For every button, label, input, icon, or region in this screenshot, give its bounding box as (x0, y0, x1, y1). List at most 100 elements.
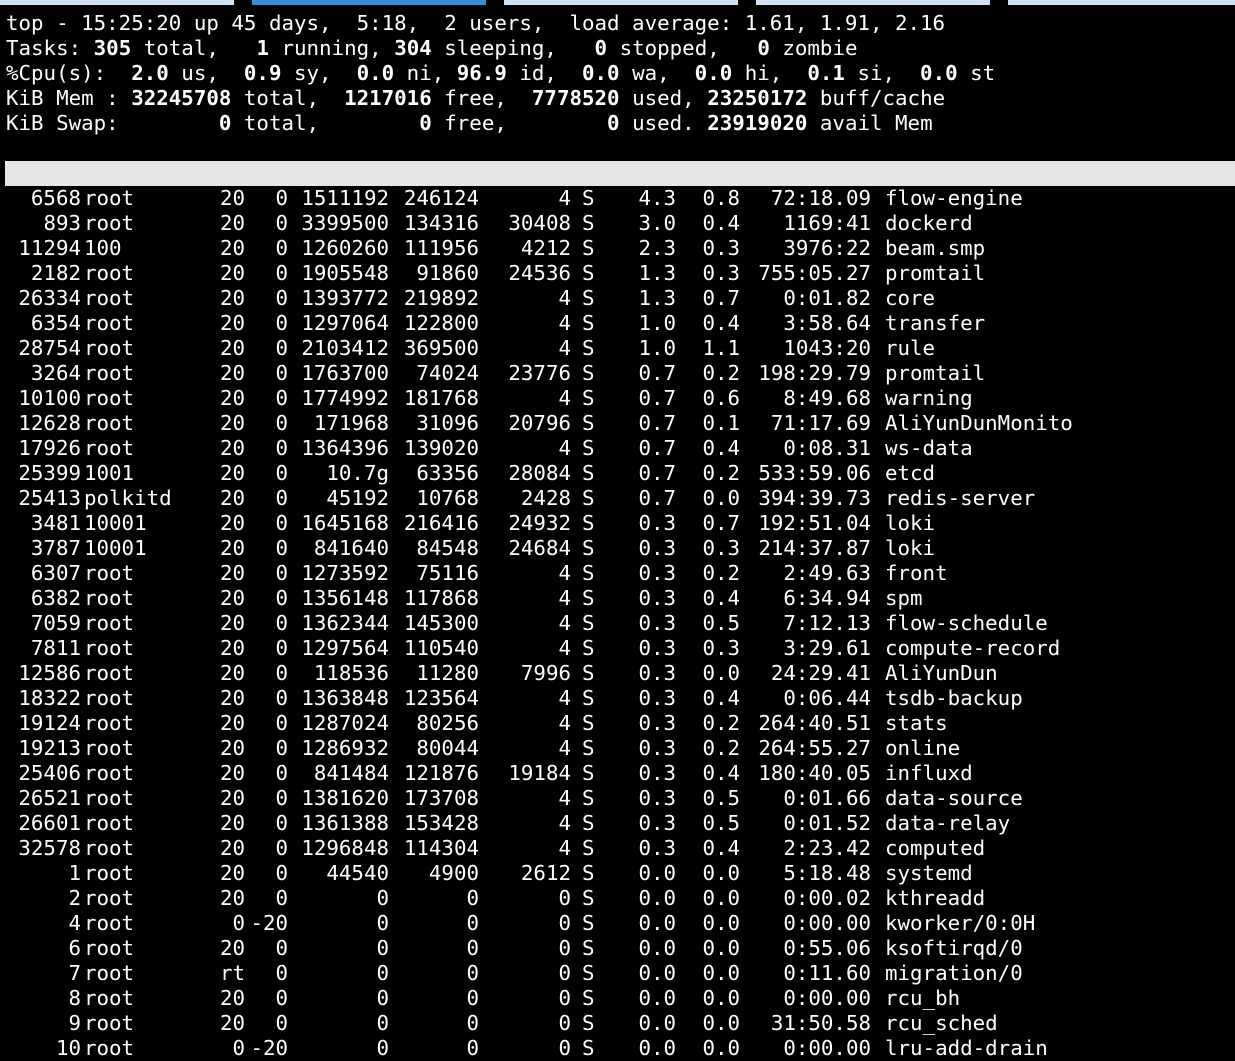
tab-indicator-2-active[interactable] (252, 0, 486, 5)
cell-state: S (582, 1036, 595, 1060)
cell-state: S (582, 361, 595, 385)
cell-state: S (582, 911, 595, 935)
cell-state: S (582, 586, 595, 610)
cell-cpu-percent: 0.7 (638, 386, 676, 410)
cell-nice: 0 (275, 486, 288, 510)
tasks-line: Tasks: 305 total, 1 running, 304 sleepin… (6, 36, 1235, 61)
cell-command: flow-engine (885, 186, 1023, 210)
cell-command: loki (885, 536, 936, 560)
cpu-id-label: id, (506, 61, 582, 85)
cell-state: S (582, 786, 595, 810)
cell-virt: 171968 (313, 411, 389, 435)
cell-priority: 20 (219, 361, 245, 385)
cell-cpu-percent: 0.7 (638, 461, 676, 485)
cell-res: 80256 (416, 711, 479, 735)
cell-virt: 0 (376, 986, 389, 1010)
cell-virt: 1297064 (301, 311, 389, 335)
cell-virt: 0 (376, 936, 389, 960)
cell-cpu-time: 0:55.06 (783, 936, 871, 960)
cell-shr: 0 (558, 1011, 571, 1035)
cell-nice: -20 (250, 1036, 288, 1060)
swap-label: KiB Swap: (6, 111, 219, 135)
cell-res: 173708 (403, 786, 479, 810)
cell-cpu-time: 3976:22 (783, 236, 871, 260)
cell-shr: 4 (558, 436, 571, 460)
cpu-ni: 0.0 (356, 61, 395, 85)
cell-cpu-time: 7:12.13 (783, 611, 871, 635)
cell-nice: 0 (275, 686, 288, 710)
cell-mem-percent: 0.2 (702, 461, 740, 485)
swap-avail: 23919020 (707, 111, 808, 135)
cell-shr: 4 (558, 836, 571, 860)
cell-pid: 11294 (18, 236, 81, 260)
process-row: 1 root 20 0 44540 4900 2612 S 0.0 0.0 5:18.48 syste… (6, 861, 1235, 886)
cell-shr: 0 (558, 936, 571, 960)
cell-nice: 0 (275, 986, 288, 1010)
process-row: 25406 root 20 0 841484 121876 19184 S 0.3 0.4 180:… (6, 761, 1235, 786)
cell-virt: 3399500 (301, 211, 389, 235)
cell-priority: 20 (219, 511, 245, 535)
cell-state: S (582, 986, 595, 1010)
cell-mem-percent: 0.3 (702, 261, 740, 285)
cell-nice: 0 (275, 311, 288, 335)
cell-command: online (885, 736, 961, 760)
cell-mem-percent: 0.4 (702, 761, 740, 785)
cell-cpu-time: 0:01.66 (783, 786, 871, 810)
cell-user: 1001 (84, 461, 135, 485)
cpu-ni-label: ni, (394, 61, 457, 85)
cell-mem-percent: 0.3 (702, 636, 740, 660)
process-row: 9 root 20 0 0 0 0 S 0.0 0.0 31:50.58 rcu_sched (6, 1011, 1235, 1036)
cell-shr: 4 (558, 711, 571, 735)
cell-user: root (84, 261, 135, 285)
cell-res: 153428 (403, 811, 479, 835)
cell-pid: 18322 (18, 686, 81, 710)
cell-cpu-percent: 0.0 (638, 961, 676, 985)
swap-total: 0 (218, 111, 232, 135)
cell-user: root (84, 936, 135, 960)
cell-shr: 4 (558, 311, 571, 335)
cell-nice: 0 (275, 511, 288, 535)
tab-indicator-1[interactable] (0, 0, 234, 5)
cell-shr: 19184 (508, 761, 571, 785)
cell-command: flow-schedule (885, 611, 1048, 635)
cell-pid: 10100 (18, 386, 81, 410)
cell-mem-percent: 1.1 (702, 336, 740, 360)
cell-shr: 4 (558, 586, 571, 610)
cell-cpu-time: 755:05.27 (758, 261, 871, 285)
process-row: 25413 polkitd 20 0 45192 10768 2428 S 0.7 0.0 394:… (6, 486, 1235, 511)
cell-mem-percent: 0.3 (702, 236, 740, 260)
tab-indicator-3[interactable] (504, 0, 738, 5)
cell-shr: 23776 (508, 361, 571, 385)
cell-res: 111956 (403, 236, 479, 260)
terminal-output[interactable]: top - 15:25:20 up 45 days, 5:18, 2 users… (5, 11, 1235, 1061)
cell-cpu-time: 394:39.73 (758, 486, 871, 510)
cell-shr: 0 (558, 911, 571, 935)
cell-mem-percent: 0.0 (702, 661, 740, 685)
process-row: 3481 10001 20 0 1645168 216416 24932 S 0.3 0.7 192… (6, 511, 1235, 536)
tab-indicator-4[interactable] (756, 0, 990, 5)
tab-indicator-5[interactable] (1008, 0, 1235, 5)
tasks-total: 305 (93, 36, 132, 60)
cell-priority: 20 (219, 461, 245, 485)
cell-priority: 20 (219, 611, 245, 635)
cell-mem-percent: 0.4 (702, 311, 740, 335)
cell-res: 145300 (403, 611, 479, 635)
cell-priority: 0 (232, 911, 245, 935)
cell-state: S (582, 961, 595, 985)
cell-virt: 1286932 (301, 736, 389, 760)
cell-user: root (84, 1011, 135, 1035)
swap-free: 0 (419, 111, 432, 135)
cell-state: S (582, 436, 595, 460)
cell-virt: 44540 (326, 861, 389, 885)
cell-cpu-percent: 0.3 (638, 511, 676, 535)
cell-cpu-percent: 1.0 (638, 311, 676, 335)
cell-nice: 0 (275, 961, 288, 985)
cell-state: S (582, 336, 595, 360)
cell-user: polkitd (84, 486, 172, 510)
tasks-running: 1 (256, 36, 269, 60)
process-row: 10100 root 20 0 1774992 181768 4 S 0.7 0.6 8:49.68… (6, 386, 1235, 411)
cell-command: loki (885, 511, 936, 535)
cell-cpu-percent: 0.7 (638, 411, 676, 435)
cell-res: 219892 (403, 286, 479, 310)
tasks-stopped: 0 (594, 36, 608, 60)
